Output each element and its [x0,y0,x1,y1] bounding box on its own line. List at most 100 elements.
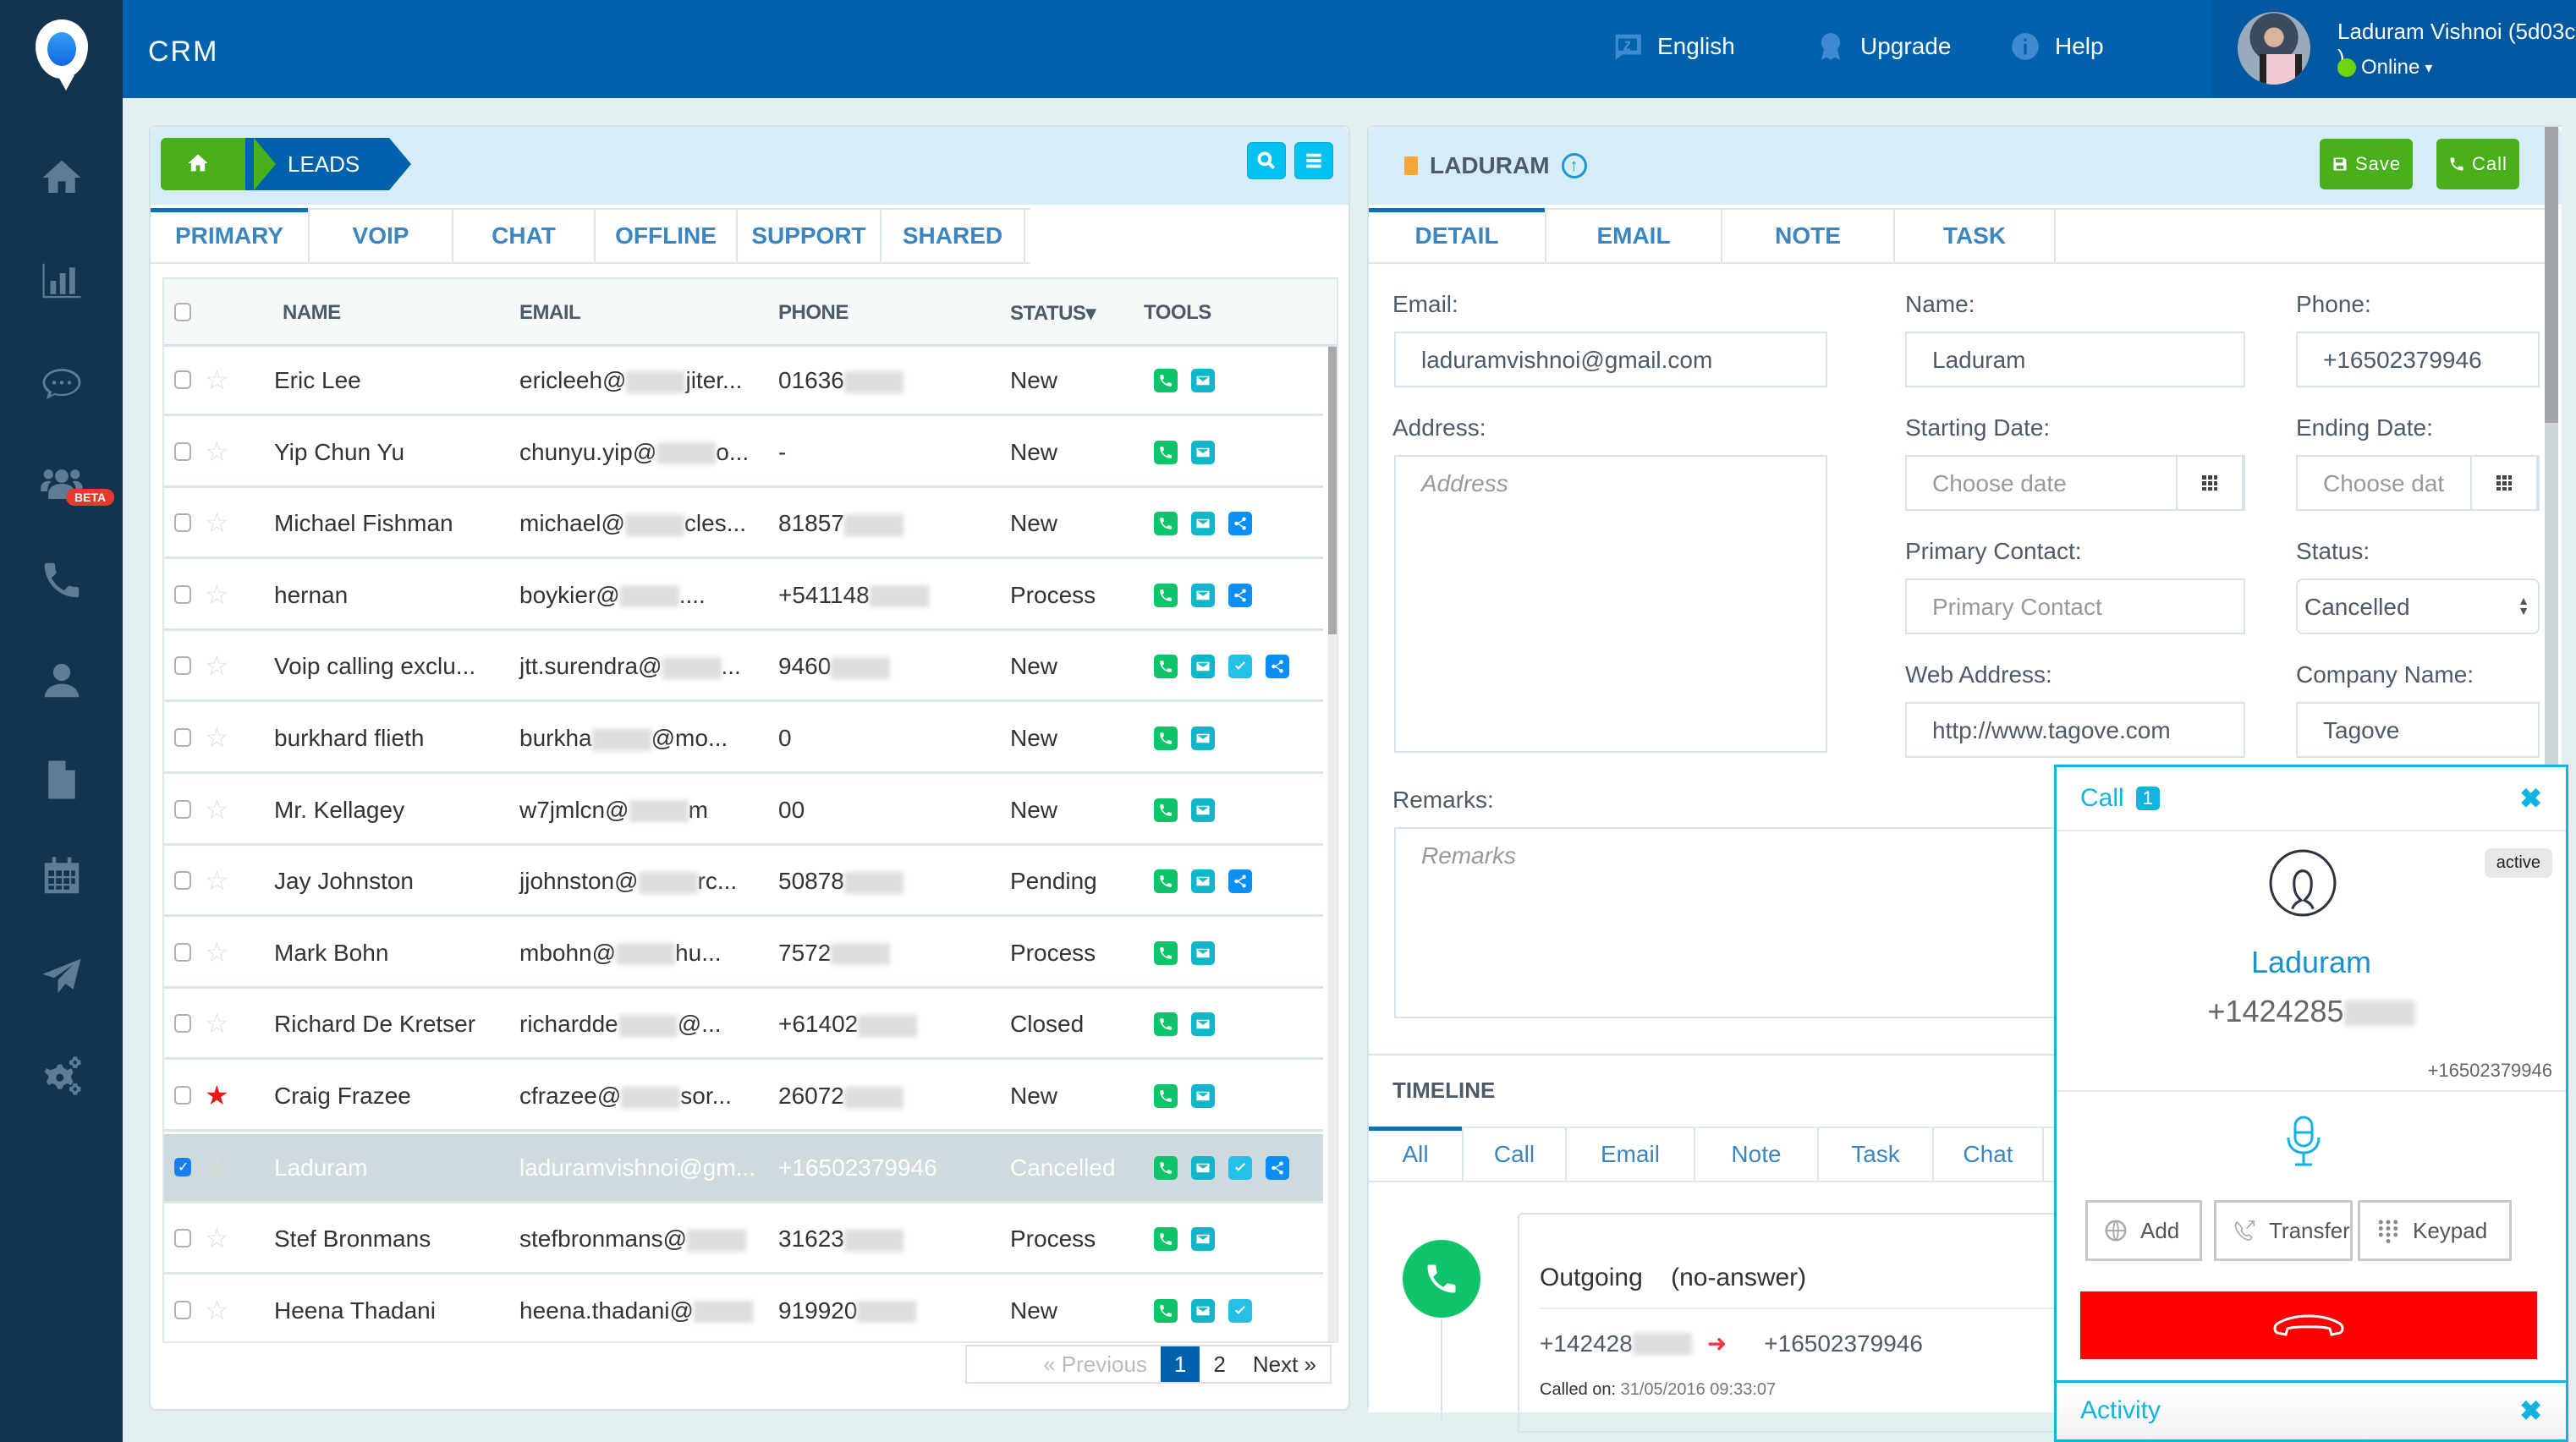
sidebar-item-calendar[interactable] [0,842,123,910]
sidebar-item-documents[interactable] [0,746,123,814]
language-link[interactable]: English [1612,30,1735,63]
star-outline-icon[interactable]: ☆ [205,578,229,611]
lead-name[interactable]: Mr. Kellagey [274,797,404,824]
tab-detail[interactable]: DETAIL [1369,208,1546,262]
call-tool-button[interactable] [1154,369,1178,392]
lead-name[interactable]: Eric Lee [274,367,361,394]
task-tool-button[interactable] [1228,1298,1252,1323]
page-1-button[interactable]: 1 [1160,1346,1200,1382]
table-row[interactable]: ☆ Mark Bohn mbohn@ hu... 7572 Process [164,918,1323,989]
mail-tool-button[interactable] [1191,655,1215,679]
table-row[interactable]: ☆ Michael Fishman michael@ cles... 81857 New [164,490,1323,560]
mail-tool-button[interactable] [1191,940,1215,965]
detail-scrollbar-thumb[interactable] [2545,127,2558,423]
starting-date-field[interactable]: Choose date [1905,455,2245,511]
share-tool-button[interactable] [1266,1155,1289,1180]
tab-voip[interactable]: VOIP [310,210,453,262]
lead-name[interactable]: Laduram [274,1154,368,1182]
next-page-button[interactable]: Next » [1239,1346,1330,1382]
timeline-tab-note[interactable]: Note [1695,1128,1819,1181]
tab-email[interactable]: EMAIL [1546,210,1722,262]
mail-tool-button[interactable] [1191,1298,1215,1323]
keypad-button[interactable]: Keypad [2358,1200,2512,1261]
company-name-field[interactable]: Tagove [2296,702,2540,758]
mail-tool-button[interactable] [1191,726,1215,750]
previous-page-button[interactable]: « Previous [967,1346,1161,1382]
tab-shared[interactable]: SHARED [882,210,1025,262]
user-status-dropdown[interactable]: Online ▾ [2337,56,2432,80]
sidebar-item-campaigns[interactable] [0,942,123,1010]
share-tool-button[interactable] [1228,512,1252,536]
mail-tool-button[interactable] [1191,583,1215,607]
starting-date-picker-button[interactable] [2176,457,2244,509]
row-checkbox[interactable] [174,1014,191,1034]
close-call-widget-icon[interactable]: ✖ [2519,782,2542,814]
tab-task[interactable]: TASK [1895,210,2056,262]
microphone-icon[interactable] [2287,1116,2321,1168]
row-checkbox[interactable] [174,513,191,533]
app-logo[interactable] [0,0,123,98]
star-outline-icon[interactable]: ☆ [205,1007,229,1039]
sidebar-item-chat[interactable] [0,350,123,418]
timeline-tab-all[interactable]: All [1369,1127,1464,1181]
transfer-call-button[interactable]: Transfer [2214,1200,2353,1261]
column-header-phone[interactable]: PHONE [778,301,849,325]
call-tool-button[interactable] [1154,1298,1178,1323]
call-tool-button[interactable] [1154,440,1178,464]
table-row[interactable]: ☆ burkhard flieth burkha @mo... 0 New [164,705,1323,774]
table-row[interactable]: ☆ Yip Chun Yu chunyu.yip@ o... - New [164,418,1323,488]
star-outline-icon[interactable]: ☆ [205,364,229,396]
address-field[interactable]: Address [1394,455,1827,753]
tab-note[interactable]: NOTE [1722,210,1895,262]
mail-tool-button[interactable] [1191,1227,1215,1252]
star-outline-icon[interactable]: ☆ [205,1294,229,1326]
row-checkbox[interactable] [174,441,191,461]
row-checkbox[interactable] [174,584,191,604]
web-address-field[interactable]: http://www.tagove.com [1905,702,2245,758]
lead-name[interactable]: Stef Bronmans [274,1225,431,1253]
email-field[interactable]: laduramvishnoi@gmail.com [1394,332,1827,387]
row-checkbox[interactable] [174,728,191,747]
lead-name[interactable]: Yip Chun Yu [274,439,404,466]
timeline-tab-chat[interactable]: Chat [1934,1128,2044,1181]
menu-button[interactable] [1294,142,1333,179]
lead-name[interactable]: Voip calling exclu... [274,653,475,680]
breadcrumb-home[interactable] [161,138,276,190]
lead-name[interactable]: hernan [274,582,348,609]
tab-support[interactable]: SUPPORT [738,210,882,262]
call-tool-button[interactable] [1154,1227,1178,1252]
ending-date-picker-button[interactable] [2470,457,2538,509]
table-row[interactable]: ★ Craig Frazee cfrazee@ sor... 26072 New [164,1062,1323,1132]
lead-name[interactable]: Craig Frazee [274,1083,411,1110]
column-header-name[interactable]: NAME [283,301,341,325]
sidebar-item-contacts[interactable] [0,646,123,714]
mail-tool-button[interactable] [1191,869,1215,894]
star-outline-icon[interactable]: ☆ [205,721,229,754]
lead-name[interactable]: Heena Thadani [274,1297,436,1324]
call-tool-button[interactable] [1154,512,1178,536]
help-link[interactable]: Help [2009,30,2104,63]
star-outline-icon[interactable]: ☆ [205,793,229,825]
timeline-entry[interactable]: Outgoing (no-answer) +142428 ➜ +16502379… [1518,1213,2115,1433]
table-row[interactable]: ☆ Mr. Kellagey w7jmlcn@ m 00 New [164,776,1323,846]
call-tool-button[interactable] [1154,798,1178,822]
row-checkbox[interactable] [174,871,191,891]
table-row[interactable]: ☆ Stef Bronmans stefbronmans@ 31623 Process [164,1205,1323,1275]
star-outline-icon[interactable]: ☆ [205,864,229,896]
call-tool-button[interactable] [1154,1012,1178,1037]
upgrade-link[interactable]: Upgrade [1815,30,1951,63]
table-row[interactable]: ☆ Laduram laduramvishnoi@gm... +16502379946… [164,1133,1323,1203]
mail-tool-button[interactable] [1191,1012,1215,1037]
column-header-status[interactable]: STATUS▾ [1010,301,1096,326]
timeline-tab-call[interactable]: Call [1464,1128,1567,1181]
star-outline-icon[interactable]: ☆ [205,1151,229,1183]
sidebar-item-team[interactable]: BETA [0,450,123,518]
close-activity-icon[interactable]: ✖ [2519,1395,2542,1427]
lead-name[interactable]: Mark Bohn [274,940,388,967]
page-2-button[interactable]: 2 [1200,1346,1239,1382]
call-tool-button[interactable] [1154,940,1178,965]
row-checkbox[interactable] [174,1300,191,1319]
star-outline-icon[interactable]: ☆ [205,1222,229,1254]
arrow-up-circle-icon[interactable]: ↑ [1561,153,1587,178]
lead-name[interactable]: Michael Fishman [274,510,453,537]
